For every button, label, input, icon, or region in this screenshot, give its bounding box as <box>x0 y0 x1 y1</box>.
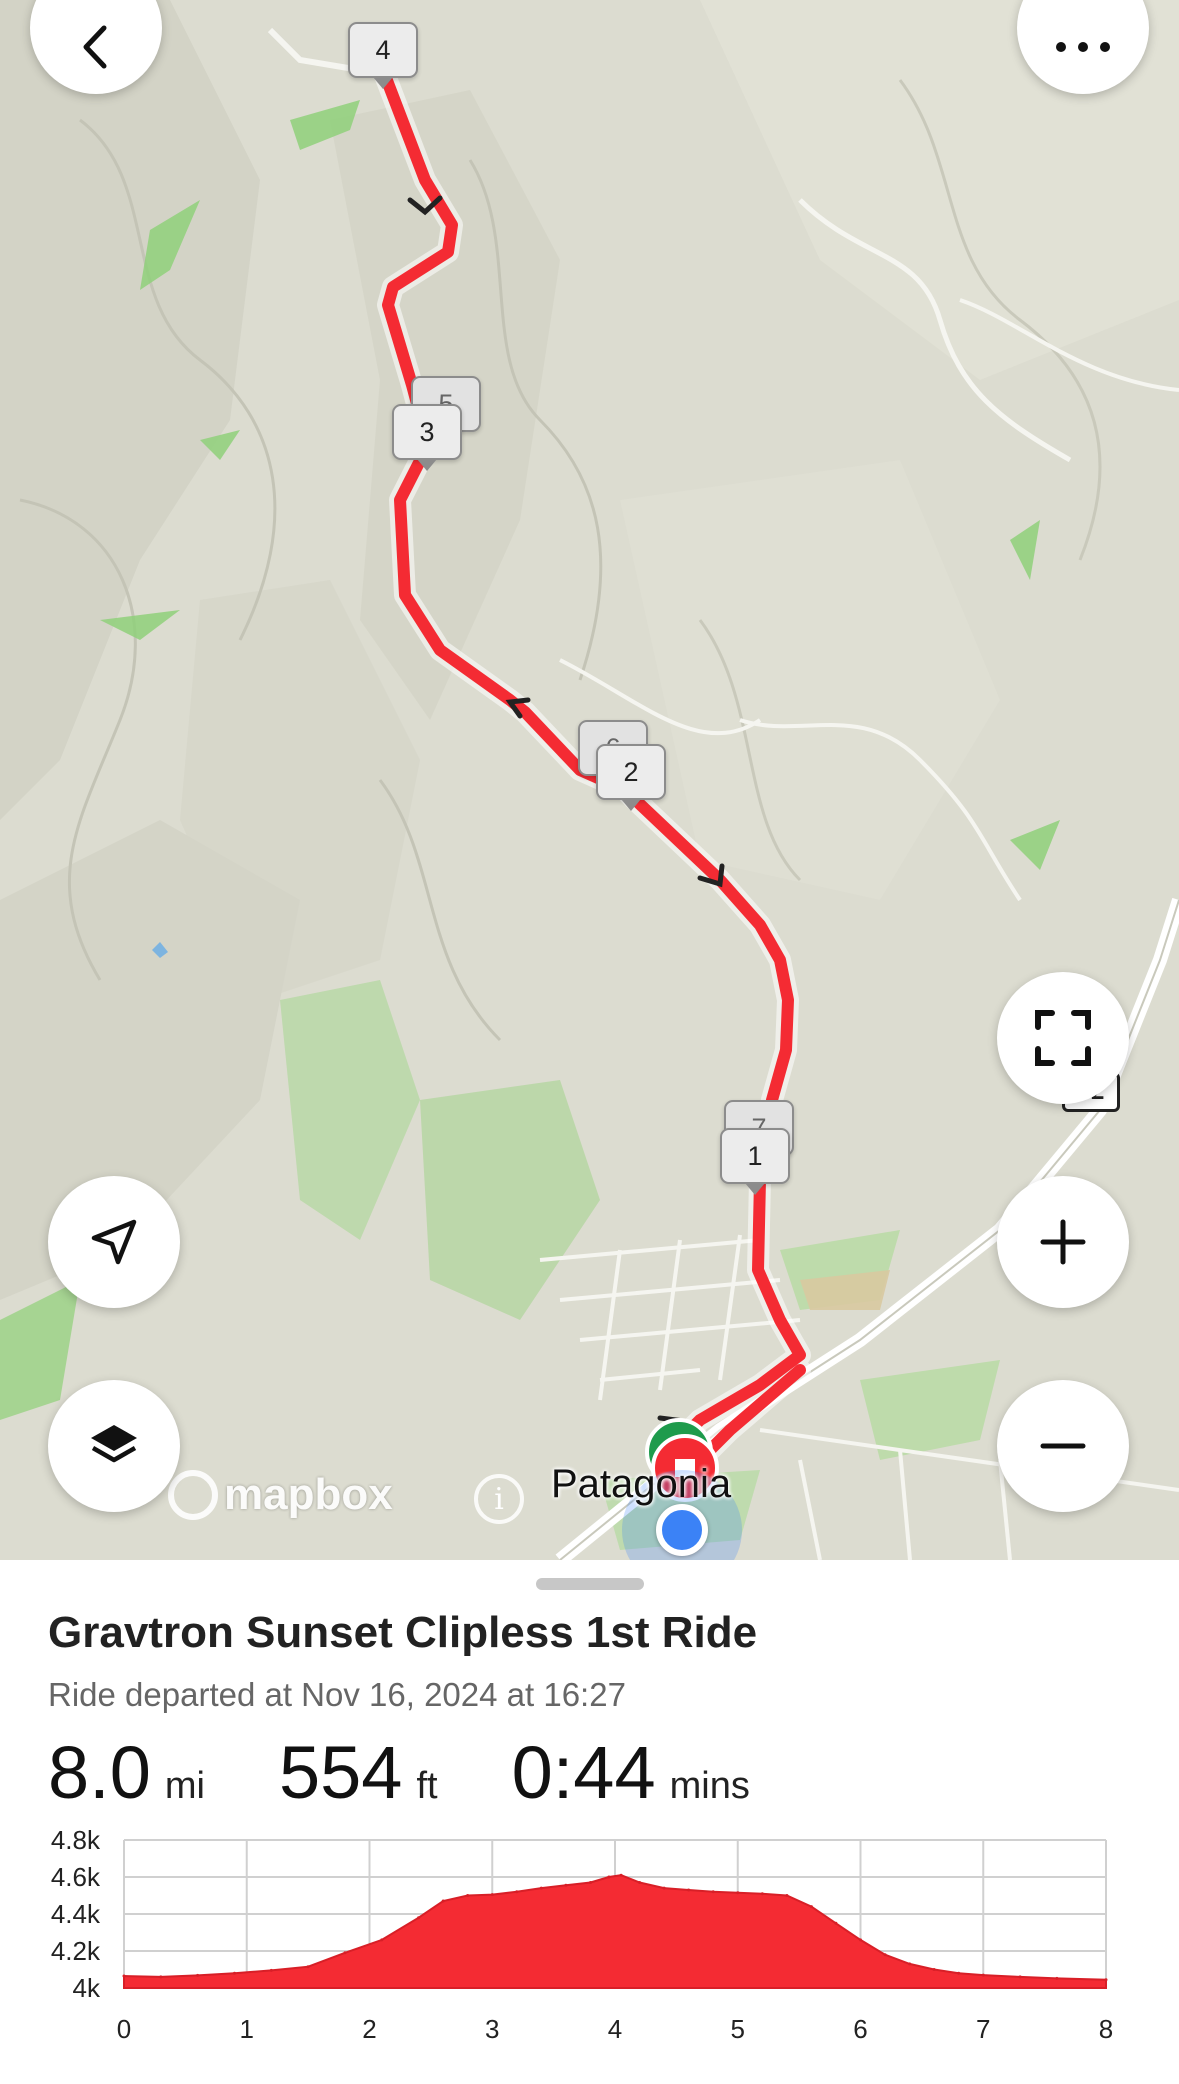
route-marker-3[interactable]: 3 <box>392 404 462 471</box>
elevation-point <box>981 1973 985 1977</box>
elevation-point <box>662 1886 666 1890</box>
place-label: Patagonia <box>551 1462 732 1506</box>
elevation-point <box>619 1873 623 1877</box>
elevation-point <box>687 1888 691 1892</box>
y-tick-label: 4k <box>73 1973 101 2003</box>
elevation-point <box>1104 1978 1108 1982</box>
info-icon[interactable]: i <box>474 1474 524 1524</box>
elevation-point <box>1055 1976 1059 1980</box>
distance-value: 8.0 <box>48 1731 151 1814</box>
elevation-point <box>306 1965 310 1969</box>
elevation-point <box>466 1894 470 1897</box>
elevation-point <box>883 1953 887 1957</box>
navigation-arrow-icon <box>91 1219 137 1265</box>
elevation-point <box>932 1968 936 1971</box>
elevation-point <box>380 1938 384 1942</box>
chevron-left-icon <box>83 25 107 69</box>
elevation-chart[interactable]: 4k 4.2k 4.4k 4.6k 4.8k 0 1 2 3 4 5 6 7 8 <box>0 1820 1179 2079</box>
map-terrain <box>0 0 1179 1560</box>
ellipsis-icon <box>1056 42 1110 52</box>
elevation-point <box>859 1938 862 1942</box>
elevation-value: 554 <box>278 1731 403 1814</box>
map-view[interactable]: 4 5 3 6 2 7 1 82 Patagonia mapbox i <box>0 0 1179 1560</box>
mapbox-logo-icon <box>168 1470 218 1520</box>
minus-icon <box>1040 1443 1086 1449</box>
locate-me-button[interactable] <box>48 1176 180 1308</box>
elevation-point <box>957 1971 961 1975</box>
expand-icon <box>1035 1010 1091 1066</box>
zoom-out-button[interactable] <box>997 1380 1129 1512</box>
elevation-point <box>834 1921 838 1925</box>
elevation-point <box>607 1875 611 1879</box>
elevation-point <box>122 1974 126 1978</box>
elevation-point <box>515 1890 519 1894</box>
duration-stat: 0:44 mins <box>512 1730 750 1815</box>
distance-unit: mi <box>164 1765 205 1807</box>
route-marker-4[interactable]: 4 <box>348 22 418 89</box>
elevation-point <box>417 1916 421 1920</box>
duration-unit: mins <box>669 1765 750 1807</box>
ride-departed-text: Ride departed at Nov 16, 2024 at 16:27 <box>48 1676 626 1713</box>
x-tick-label: 6 <box>853 2014 867 2044</box>
elevation-point <box>809 1905 813 1909</box>
elevation-point <box>638 1881 642 1884</box>
x-tick-label: 7 <box>976 2014 990 2044</box>
plus-icon <box>1040 1219 1086 1265</box>
ride-title: Gravtron Sunset Clipless 1st Ride <box>48 1608 758 1657</box>
x-tick-label: 0 <box>117 2014 131 2044</box>
elevation-point <box>539 1886 543 1890</box>
elevation-point <box>490 1893 494 1897</box>
elevation-point <box>760 1892 764 1896</box>
x-tick-label: 3 <box>485 2014 499 2044</box>
elevation-point <box>785 1894 789 1897</box>
sheet-grabber[interactable] <box>536 1578 644 1590</box>
elevation-point <box>1018 1975 1022 1979</box>
distance-stat: 8.0 mi <box>48 1730 205 1815</box>
route-marker-2[interactable]: 2 <box>596 744 666 811</box>
elevation-point <box>711 1890 715 1894</box>
y-tick-label: 4.8k <box>51 1825 101 1855</box>
elevation-point <box>233 1971 236 1975</box>
elevation-point <box>343 1951 347 1955</box>
elevation-point <box>564 1883 568 1887</box>
current-location-dot <box>656 1504 708 1556</box>
elevation-point <box>736 1891 740 1895</box>
fullscreen-button[interactable] <box>997 972 1129 1104</box>
elevation-point <box>441 1899 445 1903</box>
ride-stats: 8.0 mi 554 ft 0:44 mins <box>48 1730 824 1815</box>
elevation-point <box>589 1881 592 1884</box>
layers-icon <box>91 1425 137 1463</box>
map-layers-button[interactable] <box>48 1380 180 1512</box>
x-tick-label: 5 <box>731 2014 745 2044</box>
y-tick-label: 4.6k <box>51 1862 101 1892</box>
x-tick-label: 4 <box>608 2014 622 2044</box>
elevation-point <box>269 1968 273 1972</box>
x-tick-label: 2 <box>362 2014 376 2044</box>
x-tick-label: 8 <box>1099 2014 1113 2044</box>
duration-value: 0:44 <box>511 1731 656 1814</box>
ride-details-sheet[interactable]: Gravtron Sunset Clipless 1st Ride Ride d… <box>0 1560 1179 2079</box>
elevation-unit: ft <box>416 1765 438 1807</box>
elevation-chart-container[interactable]: 4k 4.2k 4.4k 4.6k 4.8k 0 1 2 3 4 5 6 7 8 <box>0 1820 1179 2084</box>
zoom-in-button[interactable] <box>997 1176 1129 1308</box>
y-tick-label: 4.4k <box>51 1899 101 1929</box>
x-tick-label: 1 <box>240 2014 254 2044</box>
route-marker-1[interactable]: 1 <box>720 1128 790 1195</box>
mapbox-logo[interactable]: mapbox <box>168 1470 393 1520</box>
elevation-point <box>196 1973 200 1977</box>
elevation-point <box>159 1975 163 1979</box>
y-tick-label: 4.2k <box>51 1936 101 1966</box>
elevation-point <box>908 1962 912 1966</box>
elevation-stat: 554 ft <box>279 1730 438 1815</box>
